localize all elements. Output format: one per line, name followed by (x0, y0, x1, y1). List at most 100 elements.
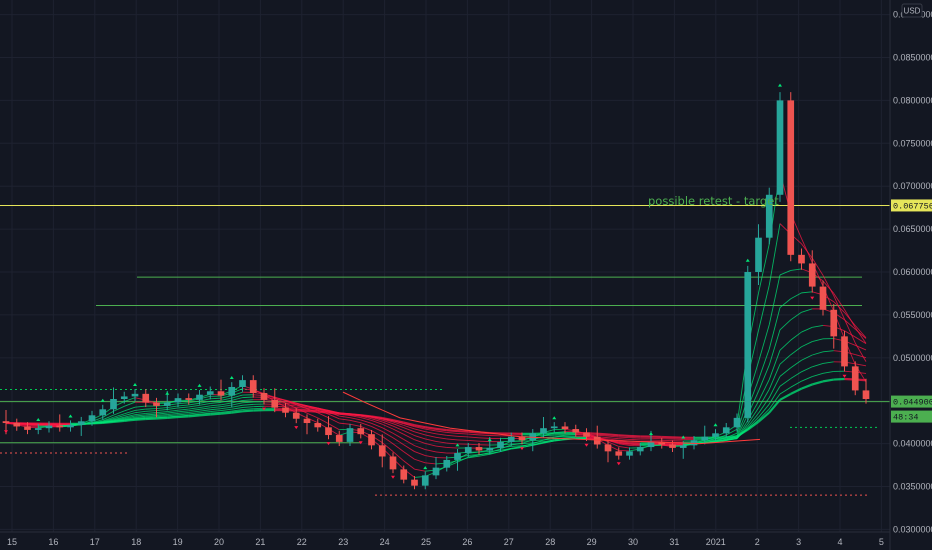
x-tick-label: 3 (796, 537, 801, 547)
price-tag-label: 0.04490029 (893, 398, 932, 408)
candle-body (421, 475, 429, 486)
candle-body (733, 417, 741, 428)
x-tick-label: 2021 (706, 537, 726, 547)
candle-body (507, 436, 515, 442)
candle-body (260, 392, 268, 400)
x-tick-label: 26 (462, 537, 472, 547)
ema-ribbon-segment (478, 434, 490, 436)
y-tick-label: 0.08500000 (893, 52, 932, 62)
candle-body (862, 390, 870, 399)
candle-body (540, 428, 547, 434)
ema-ribbon-segment (242, 396, 254, 399)
ema-ribbon-segment (457, 429, 469, 433)
y-tick-label: 0.08000000 (893, 95, 932, 105)
ema-ribbon-segment (618, 434, 630, 438)
ema-ribbon-segment (317, 410, 329, 414)
x-tick-label: 31 (669, 537, 679, 547)
ema-ribbon-segment (446, 447, 458, 449)
annotation-text: possible retest - target (648, 194, 779, 208)
candle-body (325, 427, 332, 436)
candle-body (196, 394, 203, 400)
candle-body (722, 427, 730, 434)
candle-body (314, 423, 322, 428)
candle-body (475, 447, 483, 451)
y-tick-label: 0.03500000 (893, 482, 932, 492)
ema-ribbon-segment (199, 413, 211, 417)
ema-ribbon-segment (102, 420, 114, 424)
ema-ribbon-segment (457, 439, 469, 441)
y-tick-label: 0.06500000 (893, 224, 932, 234)
ema-ribbon-segment (521, 440, 533, 442)
candle-body (131, 393, 139, 397)
y-tick-label: 0.06000000 (893, 267, 932, 277)
candle-body (798, 254, 805, 264)
candle-body (88, 415, 96, 422)
candle-body (206, 391, 214, 395)
candle-body (583, 432, 590, 437)
candle-body (389, 456, 397, 470)
y-tick-label: 0.07000000 (893, 181, 932, 191)
candle-body (271, 399, 279, 408)
candle-body (636, 447, 644, 452)
ema-ribbon-segment (457, 435, 469, 438)
y-tick-label: 0.07500000 (893, 138, 932, 148)
ema-ribbon-segment (220, 411, 232, 415)
price-chart[interactable]: 0.030000000.035000000.040000000.04500000… (0, 0, 932, 550)
candle-body (99, 409, 107, 416)
candle-body (851, 366, 859, 391)
ema-ribbon-segment (328, 411, 340, 415)
candle-body (378, 445, 386, 457)
chart-root: 0.030000000.035000000.040000000.04500000… (0, 0, 932, 550)
candle-body (292, 412, 300, 419)
x-tick-label: 15 (7, 537, 17, 547)
candle-body (808, 263, 816, 287)
y-tick-label: 0.03000000 (893, 524, 932, 534)
candle-body (346, 428, 354, 442)
candle-body (561, 426, 569, 430)
ema-ribbon-segment (242, 409, 254, 413)
ema-ribbon-segment (478, 451, 490, 453)
price-tag-label: 48:34 (893, 413, 919, 423)
x-tick-label: 22 (297, 537, 307, 547)
x-tick-label: 19 (173, 537, 183, 547)
x-tick-label: 23 (338, 537, 348, 547)
x-tick-label: 24 (380, 537, 390, 547)
ema-ribbon-segment (339, 412, 351, 416)
candle-body (368, 434, 375, 446)
ema-ribbon-segment (833, 377, 845, 381)
x-tick-label: 25 (421, 537, 431, 547)
x-tick-label: 27 (504, 537, 514, 547)
candle-body (454, 453, 461, 460)
candle-body (56, 425, 64, 428)
candle-body (303, 418, 311, 424)
candle-body (701, 436, 709, 441)
candle-body (77, 421, 85, 425)
candle-body (776, 100, 784, 195)
candle-body (282, 407, 289, 413)
candle-body (744, 272, 752, 418)
candle-body (2, 421, 10, 424)
ema-ribbon-segment (360, 414, 372, 418)
ema-ribbon-segment (231, 410, 243, 414)
candle-body (185, 398, 193, 400)
ema-ribbon-segment (145, 417, 157, 421)
ema-ribbon-segment (156, 416, 168, 420)
x-tick-label: 4 (837, 537, 842, 547)
ema-ribbon-segment (349, 413, 361, 417)
y-tick-label: 0.05500000 (893, 310, 932, 320)
candle-body (249, 380, 257, 393)
ema-ribbon-segment (468, 443, 480, 446)
y-tick-label: 0.05000000 (893, 353, 932, 363)
candle-body (13, 423, 21, 427)
candle-body (110, 399, 117, 410)
ema-ribbon-segment (113, 419, 125, 423)
currency-badge[interactable]: USD (901, 3, 923, 18)
candle-body (432, 467, 440, 476)
ema-ribbon-segment (167, 415, 179, 419)
candle-body (669, 444, 676, 448)
x-tick-label: 20 (214, 537, 224, 547)
candle-body (443, 459, 451, 468)
candle-body (24, 426, 31, 430)
candle-body (228, 386, 236, 396)
ema-ribbon-segment (91, 421, 103, 425)
